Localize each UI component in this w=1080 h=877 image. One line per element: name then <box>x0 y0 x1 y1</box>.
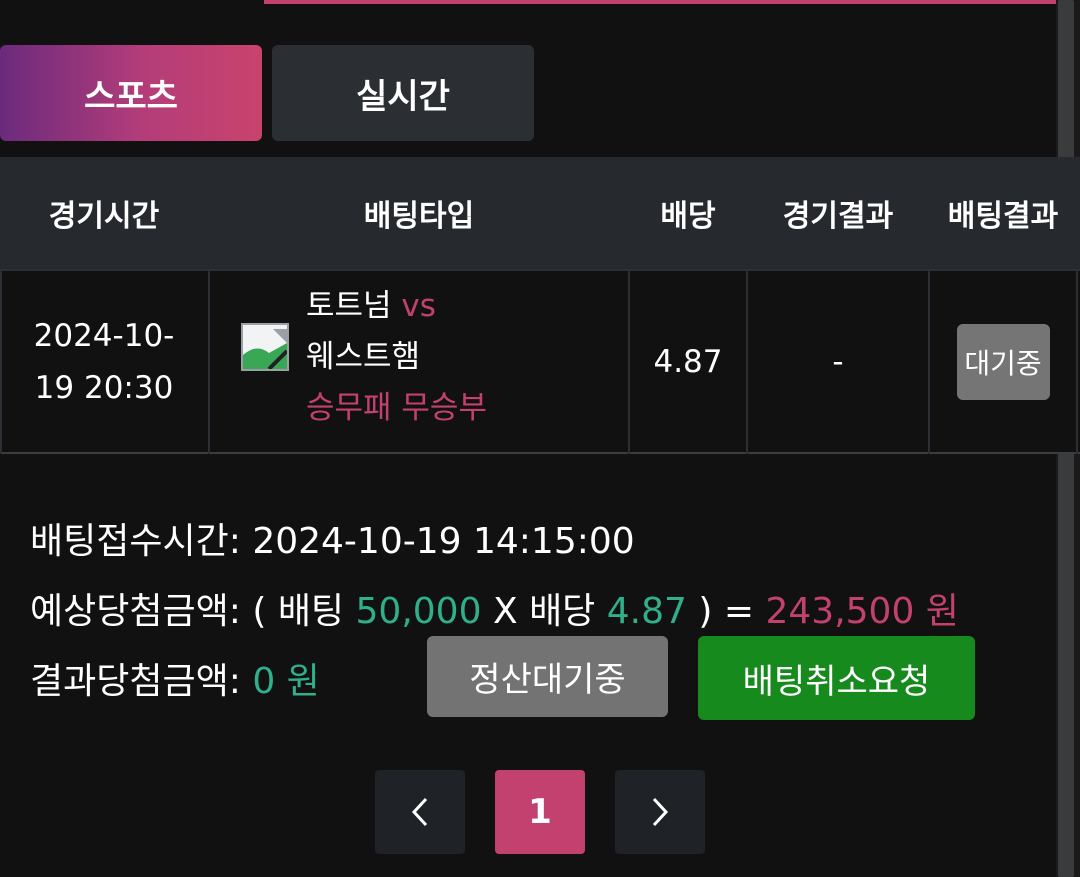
result-amount: 0 원 <box>252 661 320 702</box>
header-odds: 배당 <box>660 199 716 234</box>
next-page-button[interactable] <box>615 770 705 854</box>
receipt-label: 배팅접수시간: <box>30 521 241 562</box>
cell-odds: 4.87 <box>653 343 723 380</box>
header-match-time: 경기시간 <box>48 199 160 234</box>
prev-page-button[interactable] <box>375 770 465 854</box>
chevron-left-icon <box>411 797 428 827</box>
times-sign: X <box>492 591 518 632</box>
settle-pending-button[interactable]: 정산대기중 <box>427 636 668 717</box>
close-equals: ) = <box>698 591 755 632</box>
page-number-current[interactable]: 1 <box>495 770 585 854</box>
bet-selection: 승무패 무승부 <box>306 390 487 426</box>
header-match-result: 경기결과 <box>782 199 894 234</box>
chevron-right-icon <box>652 797 669 827</box>
column-divider <box>208 269 210 454</box>
tab-sports[interactable]: 스포츠 <box>0 45 262 141</box>
expected-label: 예상당첨금액: <box>30 591 241 632</box>
column-divider <box>1076 269 1078 454</box>
home-team: 토트넘 <box>306 288 392 324</box>
status-badge: 대기중 <box>956 323 1050 400</box>
match-time: 19 20:30 <box>34 369 174 406</box>
receipt-time-line: 배팅접수시간: 2024-10-19 14:15:00 <box>30 512 635 564</box>
expected-payout-line: 예상당첨금액: ( 배팅 50,000 X 배당 4.87 ) = 243,50… <box>30 582 959 634</box>
away-team: 웨스트햄 <box>306 339 421 375</box>
vs-label: vs <box>401 288 436 324</box>
cancel-bet-request-button[interactable]: 배팅취소요청 <box>698 636 975 720</box>
tab-live[interactable]: 실시간 <box>272 45 534 141</box>
odds-value: 4.87 <box>606 591 687 632</box>
header-bet-result: 배팅결과 <box>947 199 1059 234</box>
header-bet-type: 배팅타입 <box>363 199 475 234</box>
cell-match-time: 2024-10- 19 20:30 <box>0 269 208 454</box>
bet-type-cell: 토트넘 vs 웨스트햄 승무패 무승부 <box>306 281 487 434</box>
odds-word: 배당 <box>529 591 596 632</box>
expected-amount: 243,500 원 <box>765 591 959 632</box>
result-label: 결과당첨금액: <box>30 661 241 702</box>
bet-amount: 50,000 <box>355 591 482 632</box>
cell-bet-result: 대기중 <box>930 269 1076 454</box>
bet-history-page: 스포츠 실시간 경기시간 배팅타입 배당 경기결과 배팅결과 2024-10- … <box>0 0 1080 877</box>
cell-match-result: - <box>832 343 844 380</box>
table-header: 경기시간 배팅타입 배당 경기결과 배팅결과 <box>0 157 1080 269</box>
receipt-time: 2024-10-19 14:15:00 <box>252 521 635 562</box>
league-image-icon <box>241 323 289 371</box>
open-paren: ( <box>252 591 267 632</box>
result-payout-line: 결과당첨금액: 0 원 <box>30 652 320 704</box>
top-accent-bar <box>264 0 1057 4</box>
bet-word: 배팅 <box>277 591 345 632</box>
match-date: 2024-10- <box>33 317 175 354</box>
